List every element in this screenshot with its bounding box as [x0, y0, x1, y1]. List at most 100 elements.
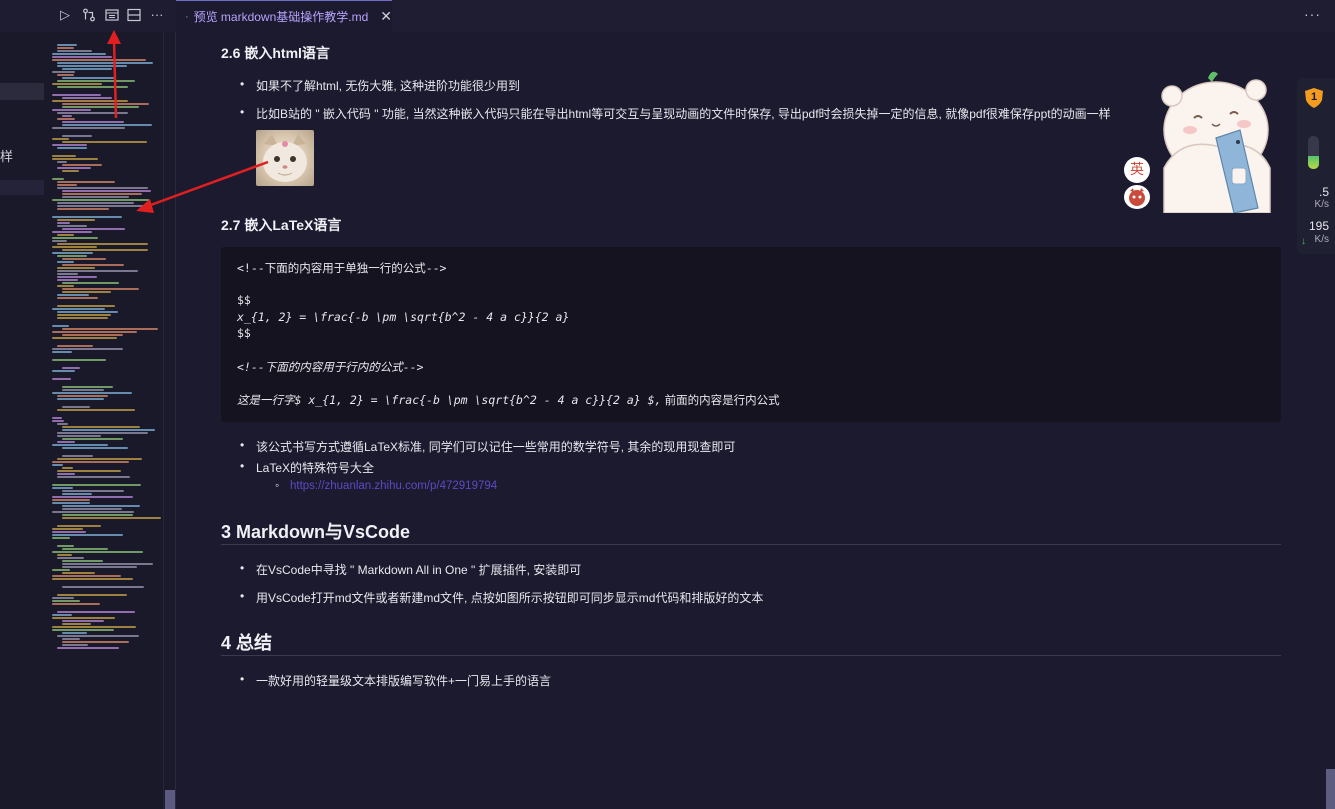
list-item: https://zhuanlan.zhihu.com/p/472919794	[275, 478, 497, 492]
ime-mode-indicator[interactable]: 英	[1124, 157, 1150, 183]
minimap-line	[62, 386, 113, 388]
system-monitor-panel[interactable]: 1 .5 K/s 195 ↓ K/s	[1297, 78, 1335, 254]
minimap-line	[57, 473, 75, 475]
minimap-line	[57, 255, 87, 257]
minimap-line	[57, 635, 139, 637]
ime-face-icon[interactable]	[1124, 185, 1150, 209]
minimap-line	[57, 205, 146, 207]
line-highlight	[0, 83, 44, 100]
minimap-line	[52, 575, 121, 577]
minimap[interactable]	[52, 44, 162, 656]
minimap-line	[62, 193, 142, 195]
minimap-line	[57, 47, 74, 49]
minimap-line	[52, 127, 125, 129]
minimap-line	[57, 161, 67, 163]
minimap-line	[57, 65, 127, 67]
minimap-line	[57, 273, 78, 275]
minimap-line	[62, 632, 87, 634]
tab-bar: 预览 markdown基础操作教学.md ✕ ···	[176, 0, 1335, 32]
minimap-line	[62, 328, 158, 330]
minimap-line	[52, 502, 90, 504]
minimap-line	[52, 600, 80, 602]
minimap-line	[52, 56, 112, 58]
minimap-line	[62, 406, 90, 408]
more-actions-icon[interactable]: ···	[1304, 6, 1321, 22]
minimap-line	[57, 311, 118, 313]
heading-2-6: 2.6 嵌入html语言	[221, 45, 330, 61]
minimap-line	[57, 74, 74, 76]
minimap-line	[62, 620, 104, 622]
close-icon[interactable]: ✕	[380, 8, 392, 25]
minimap-line	[57, 279, 78, 281]
minimap-line	[57, 297, 98, 299]
minimap-line	[57, 276, 97, 278]
minimap-line	[62, 288, 139, 290]
minimap-line	[57, 476, 130, 478]
scrollbar-thumb[interactable]	[165, 790, 175, 809]
heading-divider	[221, 544, 1281, 545]
minimap-line	[57, 594, 127, 596]
split-editor-icon[interactable]	[127, 8, 141, 22]
minimap-line	[52, 392, 132, 394]
minimap-line	[52, 617, 115, 619]
gutter-text: 样	[0, 150, 14, 165]
preview-scrollbar-thumb[interactable]	[1326, 769, 1335, 809]
minimap-line	[57, 187, 148, 189]
minimap-line	[52, 109, 91, 111]
minimap-line	[52, 252, 93, 254]
minimap-line	[57, 208, 109, 210]
run-icon[interactable]: ▷	[58, 8, 72, 22]
minimap-line	[62, 367, 80, 369]
shield-icon: 1	[1305, 88, 1323, 108]
mascot-sticker[interactable]	[1160, 68, 1272, 214]
minimap-line	[62, 548, 108, 550]
list-item: LaTeX的特殊符号大全	[240, 459, 374, 476]
minimap-line	[52, 603, 100, 605]
minimap-line	[52, 53, 106, 55]
minimap-line	[52, 511, 134, 513]
zhihu-link[interactable]: https://zhuanlan.zhihu.com/p/472919794	[290, 480, 497, 492]
minimap-line	[57, 243, 148, 245]
list-item: 该公式书写方式遵循LaTeX标准, 同学们可以记住一些常用的数学符号, 其余的现…	[240, 438, 735, 455]
minimap-line	[57, 435, 101, 437]
code-line: 这是一行字$ x_{1, 2} = \frac{-b \pm \sqrt{b^2…	[237, 393, 780, 407]
minimap-line	[57, 285, 74, 287]
code-line: <!--下面的内容用于单独一行的公式-->	[237, 261, 447, 275]
minimap-line	[57, 398, 104, 400]
preview-icon	[186, 15, 188, 18]
minimap-line	[62, 389, 104, 391]
minimap-line	[62, 563, 153, 565]
minimap-line	[57, 44, 77, 46]
more-actions-icon[interactable]: ···	[149, 8, 165, 22]
download-unit: K/s	[1314, 234, 1329, 245]
minimap-line	[57, 202, 134, 204]
minimap-line	[62, 258, 106, 260]
tab-label: 预览 markdown基础操作教学.md	[193, 10, 369, 24]
minimap-line	[57, 261, 74, 263]
editor-toolbar: ▷ ···	[0, 0, 176, 32]
editor-scrollbar[interactable]	[163, 32, 175, 809]
minimap-line	[52, 370, 75, 372]
source-control-icon[interactable]	[82, 8, 96, 22]
minimap-line	[52, 444, 108, 446]
minimap-line	[62, 586, 144, 588]
minimap-line	[52, 417, 62, 419]
embedded-cat-image	[256, 130, 314, 186]
upload-unit: K/s	[1314, 199, 1329, 210]
minimap-line	[52, 331, 137, 333]
minimap-line	[57, 62, 153, 64]
tab-preview[interactable]: 预览 markdown基础操作教学.md ✕	[176, 0, 392, 32]
open-preview-icon[interactable]	[105, 8, 119, 22]
heading-3: 3 Markdown与VsCode	[221, 522, 411, 542]
minimap-line	[62, 493, 92, 495]
editor-pane: ▷ ··· 样	[0, 0, 176, 809]
minimap-line	[52, 246, 97, 248]
minimap-line	[57, 267, 95, 269]
minimap-line	[52, 231, 92, 233]
minimap-line	[62, 517, 161, 519]
minimap-line	[62, 106, 139, 108]
minimap-line	[52, 551, 143, 553]
minimap-line	[62, 282, 119, 284]
minimap-line	[62, 429, 155, 431]
minimap-line	[62, 249, 148, 251]
